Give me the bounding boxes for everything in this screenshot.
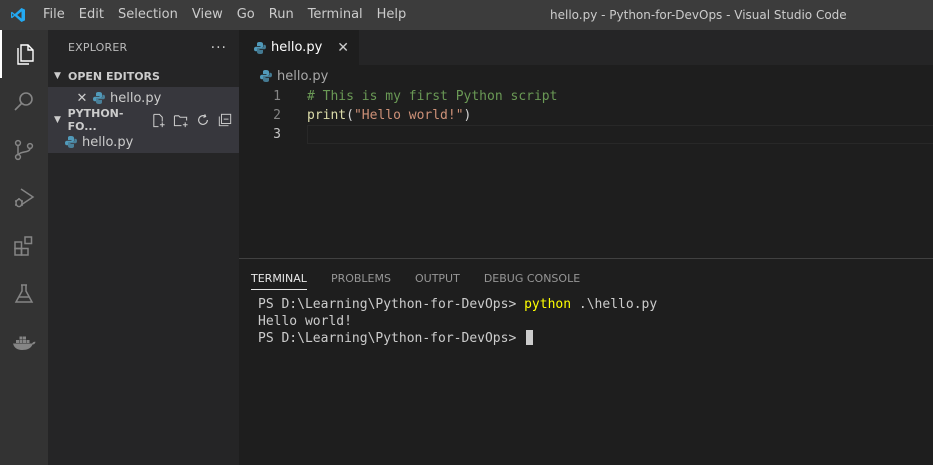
- refresh-icon[interactable]: [194, 112, 211, 129]
- tab-label: hello.py: [271, 40, 323, 55]
- menu-edit[interactable]: Edit: [72, 0, 111, 30]
- panel-tabs: TERMINAL PROBLEMS OUTPUT DEBUG CONSOLE: [239, 259, 933, 294]
- line-number: 2: [273, 108, 281, 123]
- terminal-output-line: Hello world!: [258, 314, 352, 329]
- explorer-icon[interactable]: [0, 30, 48, 78]
- project-file-item[interactable]: hello.py: [48, 131, 239, 153]
- source-control-icon[interactable]: [0, 126, 48, 174]
- code-string: "Hello world!": [353, 108, 464, 123]
- terminal-prompt: PS D:\Learning\Python-for-DevOps>: [258, 331, 525, 346]
- terminal-line: PS D:\Learning\Python-for-DevOps>: [258, 330, 933, 347]
- explorer-sidebar: EXPLORER ··· ▼ OPEN EDITORS ✕ hello.py ▼…: [48, 30, 239, 465]
- menu-terminal[interactable]: Terminal: [301, 0, 370, 30]
- code-comment: # This is my first Python script: [307, 89, 558, 104]
- breadcrumb-file: hello.py: [277, 68, 329, 84]
- code-line: 2 print("Hello world!"): [239, 106, 933, 125]
- tab-hello-py[interactable]: hello.py ✕: [239, 30, 359, 65]
- menu-help[interactable]: Help: [370, 0, 414, 30]
- code-paren-open: (: [346, 108, 354, 123]
- project-filename: hello.py: [82, 134, 134, 150]
- activity-bar: [0, 30, 48, 465]
- code-function: print: [307, 108, 347, 123]
- new-folder-icon[interactable]: [172, 112, 189, 129]
- more-actions-icon[interactable]: ···: [211, 40, 227, 56]
- editor-area: hello.py ✕ hello.py 1 # This is my first…: [239, 30, 933, 258]
- terminal-prompt: PS D:\Learning\Python-for-DevOps>: [258, 297, 525, 312]
- bottom-panel: TERMINAL PROBLEMS OUTPUT DEBUG CONSOLE P…: [239, 258, 933, 465]
- window-title-text: hello.py - Python-for-DevOps - Visual St…: [550, 8, 847, 22]
- python-file-icon: [260, 70, 272, 82]
- vscode-logo-icon[interactable]: [0, 0, 36, 30]
- open-editor-filename: hello.py: [110, 90, 162, 106]
- new-file-icon[interactable]: [150, 112, 167, 129]
- editor-tab-bar: hello.py ✕: [239, 30, 933, 65]
- menu-run[interactable]: Run: [262, 0, 301, 30]
- run-debug-icon[interactable]: [0, 174, 48, 222]
- tab-debug-console[interactable]: DEBUG CONSOLE: [484, 259, 580, 294]
- explorer-header: EXPLORER ···: [48, 30, 239, 65]
- testing-icon[interactable]: [0, 270, 48, 318]
- search-icon[interactable]: [0, 78, 48, 126]
- explorer-title: EXPLORER: [68, 41, 128, 54]
- code-paren-close: ): [463, 108, 472, 123]
- extensions-icon[interactable]: [0, 222, 48, 270]
- docker-icon[interactable]: [0, 318, 48, 366]
- close-icon[interactable]: ✕: [72, 91, 92, 106]
- terminal-cursor: [526, 330, 534, 345]
- line-number: 3: [273, 127, 281, 142]
- project-folder-label: PYTHON-FO...: [67, 107, 124, 133]
- python-file-icon: [93, 92, 105, 104]
- tab-problems[interactable]: PROBLEMS: [331, 259, 391, 294]
- code-editor[interactable]: 1 # This is my first Python script 2 pri…: [239, 87, 933, 144]
- title-bar: File Edit Selection View Go Run Terminal…: [0, 0, 933, 30]
- menu-go[interactable]: Go: [230, 0, 262, 30]
- terminal-args: .\hello.py: [571, 297, 658, 312]
- collapse-all-icon[interactable]: [216, 112, 233, 129]
- menu-file[interactable]: File: [36, 0, 72, 30]
- code-line: 1 # This is my first Python script: [239, 87, 933, 106]
- python-file-icon: [254, 41, 266, 54]
- breadcrumb[interactable]: hello.py: [239, 65, 933, 87]
- menu-view[interactable]: View: [185, 0, 230, 30]
- menu-selection[interactable]: Selection: [111, 0, 185, 30]
- open-editors-section[interactable]: ▼ OPEN EDITORS: [48, 65, 239, 87]
- tab-terminal[interactable]: TERMINAL: [251, 259, 307, 294]
- menu-bar: File Edit Selection View Go Run Terminal…: [36, 0, 413, 30]
- terminal-line: PS D:\Learning\Python-for-DevOps> python…: [258, 296, 933, 313]
- chevron-down-icon: ▼: [54, 71, 61, 81]
- tab-output[interactable]: OUTPUT: [415, 259, 460, 294]
- code-source: print("Hello world!"): [281, 106, 471, 125]
- terminal[interactable]: PS D:\Learning\Python-for-DevOps> python…: [239, 294, 933, 347]
- open-editor-item[interactable]: ✕ hello.py: [48, 87, 239, 109]
- chevron-down-icon: ▼: [54, 115, 61, 125]
- terminal-command: python: [524, 297, 572, 312]
- code-line-current: 3: [239, 125, 933, 144]
- explorer-toolbar: [150, 112, 239, 129]
- code-source: [281, 125, 307, 144]
- close-tab-icon[interactable]: ✕: [337, 40, 349, 56]
- python-file-icon: [65, 136, 77, 148]
- project-section[interactable]: ▼ PYTHON-FO...: [48, 107, 239, 133]
- line-number: 1: [273, 89, 281, 104]
- open-editors-label: OPEN EDITORS: [68, 69, 160, 83]
